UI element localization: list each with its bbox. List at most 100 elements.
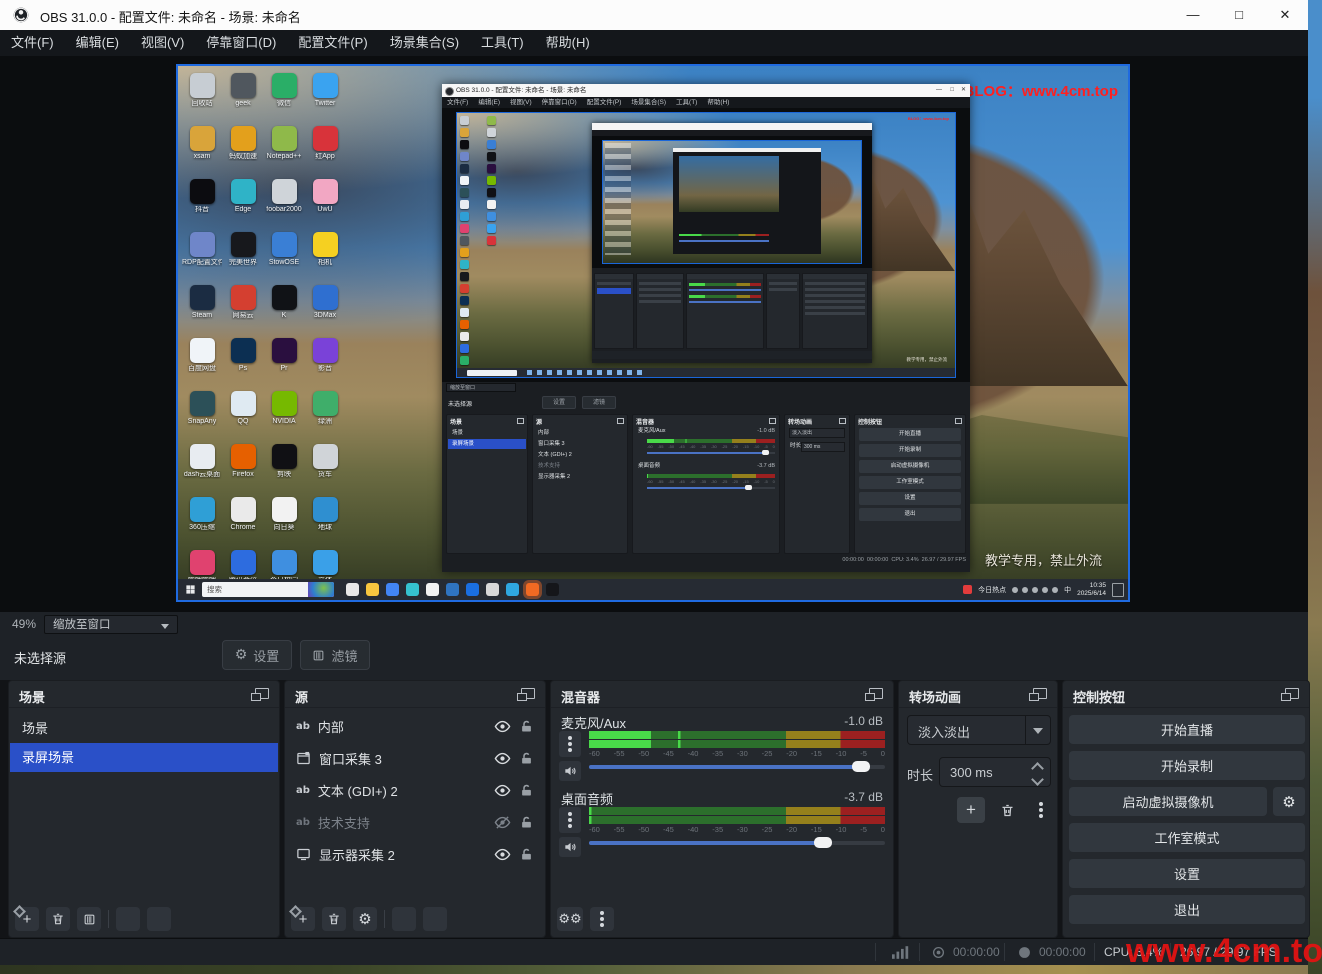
studio-mode-button[interactable]: 工作室模式 [1069,823,1305,852]
track-db: -3.7 dB [844,790,883,804]
text-source-icon: ab [296,817,310,828]
inner-title-bar: OBS 31.0.0 - 配置文件: 未命名 - 场景: 未命名 — □ ✕ [442,84,970,97]
desktop-icon: NVIDIA [264,388,304,441]
popout-icon[interactable] [255,688,269,699]
lock-icon[interactable] [519,815,534,830]
transition-select[interactable]: 淡入淡出 [907,715,1051,745]
menu-item[interactable]: 工具(T) [470,30,535,56]
kbps-bars-icon [892,946,910,959]
menu-item[interactable]: 帮助(H) [535,30,601,56]
title-bar: OBS 31.0.0 - 配置文件: 未命名 - 场景: 未命名 — □ ✕ [0,0,1308,30]
source-filters-button[interactable]: 滤镜 [300,640,370,670]
desktop-icon: 回收站 [182,70,222,123]
menu-item: 场景集合(S) [626,97,671,108]
inner-transitions-panel: 转场动画 淡入淡出 300 ms 时长 [784,414,850,554]
track-menu-button[interactable] [559,731,581,757]
spinner-up-icon[interactable] [1033,764,1043,770]
add-transition-button[interactable]: + [957,797,985,823]
display-capture-preview[interactable]: 回收站xsam抖音RDP配置文件Steam百度网盘SnapAnydash云桌面3… [176,64,1130,602]
menu-item[interactable]: 配置文件(P) [287,30,378,56]
menu-bar: 文件(F)编辑(E)视图(V)停靠窗口(D)配置文件(P)场景集合(S)工具(T… [0,30,1308,56]
source-row-hidden[interactable]: ab 技术支持 [286,807,544,838]
remove-transition-button[interactable] [995,798,1019,822]
level3-desktop-capture [602,140,862,264]
source-row[interactable]: ab 文本 (GDI+) 2 [286,775,544,806]
source-row[interactable]: 显示器采集 2 [286,839,544,870]
start-virtual-cam-button[interactable]: 启动虚拟摄像机 [1069,787,1267,816]
popout-icon[interactable] [869,688,883,699]
track-menu-button[interactable] [559,807,581,833]
remove-scene-button[interactable] [46,907,70,931]
maximize-button[interactable]: □ [1216,0,1262,30]
popout-icon[interactable] [521,688,535,699]
exit-button[interactable]: 退出 [1069,895,1305,924]
window-capture-icon [296,751,311,766]
duration-spinner[interactable]: 300 ms [939,757,1051,787]
track-name: 桌面音频 [561,789,613,808]
popout-icon[interactable] [1033,688,1047,699]
visibility-eye-icon[interactable] [494,750,511,767]
inner-source-toolbar: 未选择源 设置 滤镜 [442,395,970,411]
remove-source-button[interactable] [322,907,346,931]
volume-slider[interactable] [589,765,885,769]
volume-meter [589,816,885,824]
source-row[interactable]: ab 内部 [286,711,544,742]
fit-mode-dropdown[interactable]: 缩放至窗口 [44,615,178,634]
virtual-cam-config-button[interactable]: ⚙ [1273,787,1305,816]
source-row[interactable]: 窗口采集 3 [286,743,544,774]
scene-item-selected[interactable]: 录屏场景 [10,743,278,772]
minimize-button[interactable]: — [1170,0,1216,30]
preview-region[interactable]: 回收站xsam抖音RDP配置文件Steam百度网盘SnapAnydash云桌面3… [0,56,1308,612]
lock-icon[interactable] [519,751,534,766]
menu-item[interactable]: 场景集合(S) [379,30,470,56]
desktop-icon: Pr [264,335,304,388]
taskbar-search: 搜索 [202,582,334,597]
gear-icon: ⚙ [235,647,248,663]
start-recording-button[interactable]: 开始录制 [1069,751,1305,780]
menu-item[interactable]: 视图(V) [130,30,195,56]
source-move-up-button[interactable] [392,907,416,931]
visibility-eye-icon[interactable] [494,846,511,863]
transition-menu-button[interactable] [1029,798,1053,822]
captured-taskbar: 搜索 今日热点 中 10:352025/6/14 [178,579,1128,600]
desktop-icon: 剪映 [264,441,304,494]
desktop-icon: 网易云 [223,282,263,335]
level2-taskbar [457,368,955,377]
lock-icon[interactable] [519,783,534,798]
scene-item[interactable]: 场景 [10,714,278,743]
lock-icon[interactable] [519,719,534,734]
track-mute-button[interactable] [559,761,581,781]
track-mute-button[interactable] [559,837,581,857]
popout-icon[interactable] [1285,688,1299,699]
menu-item[interactable]: 编辑(E) [65,30,130,56]
visibility-eye-icon[interactable] [494,782,511,799]
mixer-title: 混音器 [561,687,600,706]
desktop-icon: 抖音 [182,176,222,229]
scene-filters-button[interactable] [77,907,101,931]
advanced-audio-button[interactable]: ⚙⚙ [557,907,583,931]
source-move-down-button[interactable] [423,907,447,931]
inner-dock-panels: 场景 场景 录屏场景 源 内部 窗口采集 3 文本 (GDI+) 2 技术支持 … [442,414,970,554]
visibility-eye-icon[interactable] [494,718,511,735]
scene-move-up-button[interactable] [116,907,140,931]
teaching-note-text: 教学专用，禁止外流 [985,550,1102,569]
desktop-icon: SnapAny [182,388,222,441]
visibility-eye-off-icon[interactable] [494,814,511,831]
desktop-icon: dash云桌面 [182,441,222,494]
source-properties-button[interactable]: ⚙ 设置 [222,640,292,670]
scene-move-down-button[interactable] [147,907,171,931]
lock-icon[interactable] [519,847,534,862]
spinner-down-icon[interactable] [1033,775,1043,781]
meter-scale: -60-55-50-45-40-35-30-25-20-15-10-50 [589,825,885,834]
volume-slider[interactable] [589,841,885,845]
zoom-level-label: 49% [12,617,36,631]
mixer-menu-button[interactable] [590,907,614,931]
source-properties-gear-button[interactable]: ⚙ [353,907,377,931]
settings-button[interactable]: 设置 [1069,859,1305,888]
menu-item[interactable]: 文件(F) [0,30,65,56]
close-button[interactable]: ✕ [1262,0,1308,30]
menu-item[interactable]: 停靠窗口(D) [195,30,287,56]
desktop-icon: UwU [305,176,345,229]
desktop-icon: StowOSE [264,229,304,282]
start-streaming-button[interactable]: 开始直播 [1069,715,1305,744]
